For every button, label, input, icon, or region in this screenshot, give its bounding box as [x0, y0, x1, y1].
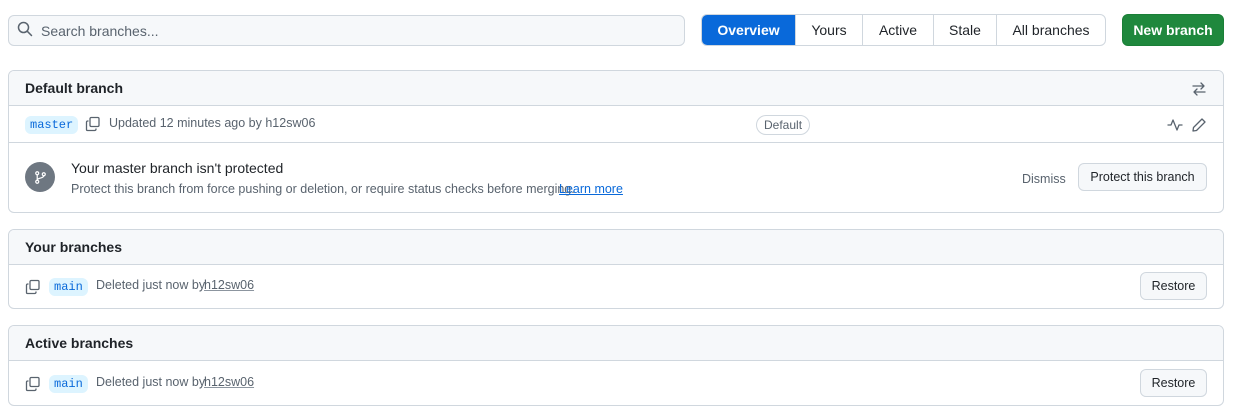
- section-title: Your branches: [25, 239, 122, 255]
- branch-filter-tabs: Overview Yours Active Stale All branches: [701, 14, 1106, 46]
- tab-all-branches[interactable]: All branches: [996, 15, 1105, 45]
- branch-name[interactable]: main: [49, 375, 88, 393]
- search-box[interactable]: [8, 15, 685, 46]
- restore-button[interactable]: Restore: [1140, 272, 1207, 300]
- learn-more-link[interactable]: Learn more: [559, 182, 623, 196]
- activity-icon[interactable]: [1167, 117, 1183, 133]
- copy-icon[interactable]: [85, 116, 101, 132]
- default-branch-header: Default branch: [9, 71, 1223, 106]
- protection-banner: Your master branch isn't protected Prote…: [9, 143, 1223, 212]
- your-branches-header: Your branches: [9, 230, 1223, 265]
- default-label: Default: [756, 115, 811, 135]
- search-icon: [17, 21, 33, 40]
- branch-name[interactable]: master: [25, 116, 79, 134]
- branch-row: main Deleted just now by h12sw06 Restore: [9, 265, 1223, 308]
- your-branches-section: Your branches main Deleted just now by h…: [8, 229, 1224, 309]
- active-branches-header: Active branches: [9, 326, 1223, 361]
- section-title: Active branches: [25, 335, 134, 351]
- branch-status-text: Deleted just now by: [96, 278, 206, 292]
- branch-name[interactable]: main: [49, 278, 88, 296]
- search-input[interactable]: [41, 22, 641, 39]
- protect-branch-button[interactable]: Protect this branch: [1078, 163, 1207, 191]
- default-branch-row: master Updated 12 minutes ago by h12sw06…: [9, 106, 1223, 143]
- tab-stale[interactable]: Stale: [933, 15, 996, 45]
- section-title: Default branch: [25, 80, 124, 96]
- branch-status-text: Deleted just now by: [96, 375, 206, 389]
- dismiss-button[interactable]: Dismiss: [1022, 172, 1066, 186]
- active-branches-section: Active branches main Deleted just now by…: [8, 325, 1224, 406]
- default-branch-section: Default branch master Updated 12 minutes…: [8, 70, 1224, 213]
- edit-pencil-icon[interactable]: [1191, 117, 1207, 133]
- tab-overview[interactable]: Overview: [702, 15, 795, 45]
- protection-description: Protect this branch from force pushing o…: [71, 182, 575, 196]
- copy-icon[interactable]: [25, 279, 41, 295]
- copy-icon[interactable]: [25, 376, 41, 392]
- tab-yours[interactable]: Yours: [795, 15, 862, 45]
- protection-title: Your master branch isn't protected: [71, 160, 284, 176]
- tab-active[interactable]: Active: [862, 15, 933, 45]
- branch-row: main Deleted just now by h12sw06 Restore: [9, 361, 1223, 405]
- author-link[interactable]: h12sw06: [204, 278, 254, 292]
- restore-button[interactable]: Restore: [1140, 369, 1207, 397]
- author-link[interactable]: h12sw06: [204, 375, 254, 389]
- git-branch-icon: [25, 162, 55, 192]
- new-branch-button[interactable]: New branch: [1122, 14, 1224, 46]
- switch-default-branch-icon[interactable]: [1191, 81, 1207, 97]
- branch-updated-text: Updated 12 minutes ago by h12sw06: [109, 116, 316, 130]
